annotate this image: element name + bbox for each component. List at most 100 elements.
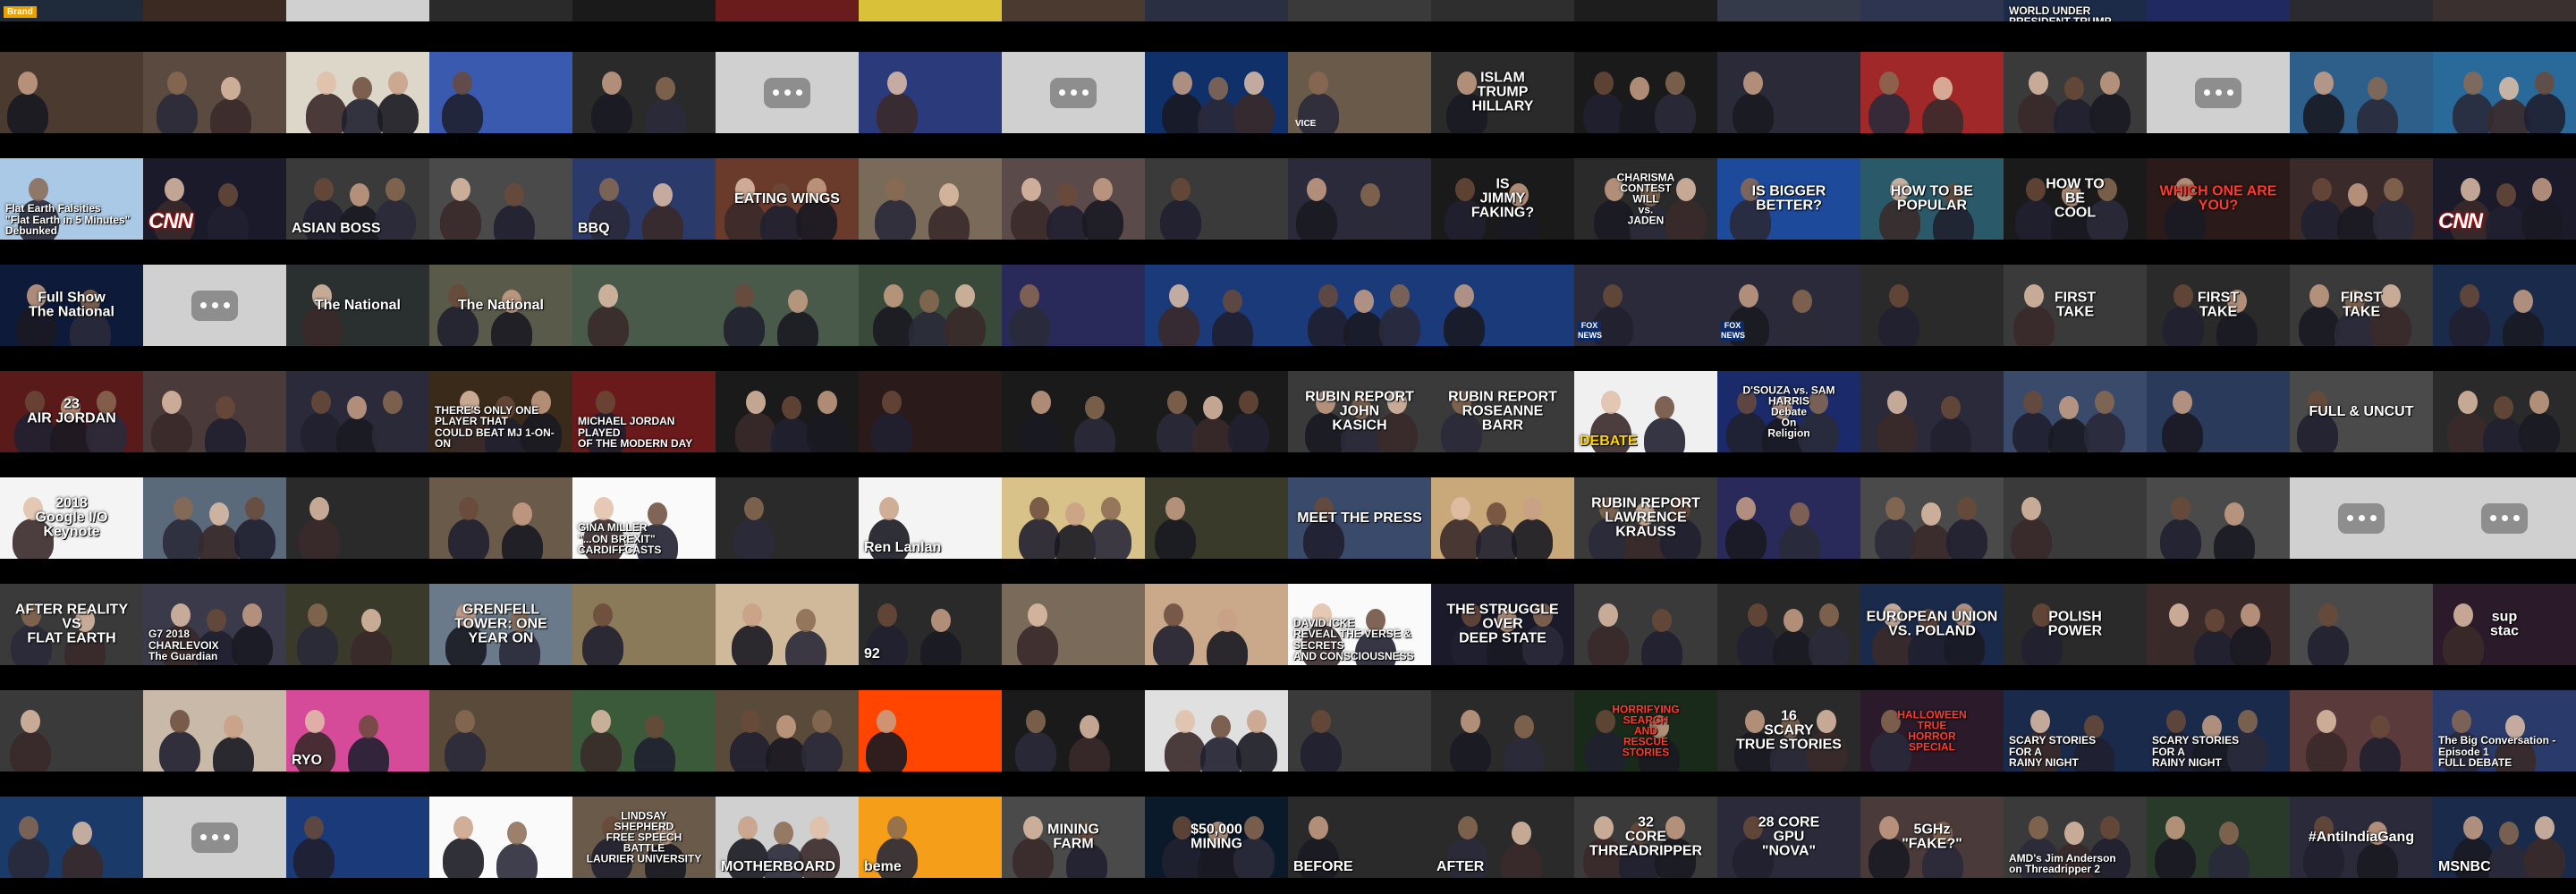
video-thumbnail[interactable] [143, 265, 286, 346]
video-thumbnail[interactable]: THE STRUGGLE OVER DEEP STATE [1431, 584, 1574, 665]
video-thumbnail[interactable] [716, 0, 859, 21]
video-thumbnail[interactable] [716, 371, 859, 452]
video-thumbnail[interactable]: #AntiIndiaGang [2290, 797, 2433, 878]
video-thumbnail[interactable]: FOX NEWS [1717, 265, 1860, 346]
video-thumbnail[interactable] [1860, 52, 2004, 133]
video-thumbnail[interactable]: THERE'S ONLY ONE PLAYER THAT COULD BEAT … [429, 371, 572, 452]
video-thumbnail[interactable] [716, 265, 859, 346]
video-thumbnail[interactable]: MICHAEL JORDAN PLAYED OF THE MODERN DAY [572, 371, 716, 452]
video-thumbnail[interactable] [429, 0, 572, 21]
video-thumbnail[interactable]: Full Show The National [0, 265, 143, 346]
video-thumbnail[interactable] [2433, 265, 2576, 346]
video-thumbnail[interactable]: FIRST TAKE [2147, 265, 2290, 346]
video-thumbnail[interactable] [1002, 52, 1145, 133]
video-thumbnail[interactable]: GRENFELL TOWER: ONE YEAR ON [429, 584, 572, 665]
video-thumbnail[interactable]: D'SOUZA vs. SAM HARRIS Debate On Religio… [1717, 371, 1860, 452]
video-thumbnail[interactable] [572, 265, 716, 346]
video-thumbnail[interactable] [1717, 477, 1860, 559]
video-thumbnail[interactable] [2290, 158, 2433, 240]
video-thumbnail[interactable] [0, 690, 143, 772]
video-thumbnail[interactable] [716, 477, 859, 559]
video-thumbnail[interactable] [1431, 0, 1574, 21]
video-thumbnail[interactable]: ASIAN BOSS [286, 158, 429, 240]
video-thumbnail[interactable]: VICE [1288, 52, 1431, 133]
video-thumbnail[interactable] [2290, 584, 2433, 665]
video-thumbnail[interactable] [143, 0, 286, 21]
video-thumbnail[interactable] [1717, 0, 1860, 21]
video-thumbnail[interactable]: 23 AIR JORDAN [0, 371, 143, 452]
video-thumbnail[interactable] [1002, 477, 1145, 559]
video-thumbnail[interactable]: EUROPEAN UNION VS. POLAND [1860, 584, 2004, 665]
video-thumbnail[interactable] [716, 52, 859, 133]
video-thumbnail[interactable]: IS JIMMY FAKING? [1431, 158, 1574, 240]
video-thumbnail[interactable] [1860, 0, 2004, 21]
video-thumbnail[interactable] [286, 52, 429, 133]
video-thumbnail[interactable] [143, 797, 286, 878]
video-thumbnail[interactable] [2433, 0, 2576, 21]
video-thumbnail[interactable] [1145, 0, 1288, 21]
video-thumbnail[interactable] [2290, 690, 2433, 772]
video-thumbnail[interactable]: IS BIGGER BETTER? [1717, 158, 1860, 240]
video-thumbnail[interactable] [1431, 690, 1574, 772]
video-thumbnail[interactable] [1574, 584, 1717, 665]
video-thumbnail[interactable] [2290, 477, 2433, 559]
video-thumbnail[interactable]: Brand [0, 0, 143, 21]
video-thumbnail[interactable]: beme [859, 797, 1002, 878]
video-thumbnail[interactable]: G7 2018 CHARLEVOIX The Guardian [143, 584, 286, 665]
video-thumbnail[interactable] [1145, 52, 1288, 133]
video-thumbnail[interactable] [2004, 371, 2147, 452]
video-thumbnail[interactable] [572, 584, 716, 665]
video-thumbnail[interactable] [859, 371, 1002, 452]
video-thumbnail[interactable]: 28 CORE GPU "NOVA" [1717, 797, 1860, 878]
video-thumbnail[interactable] [1002, 584, 1145, 665]
video-thumbnail[interactable] [1145, 584, 1288, 665]
video-thumbnail[interactable] [1145, 158, 1288, 240]
video-thumbnail[interactable] [1002, 371, 1145, 452]
video-thumbnail[interactable]: DAVID ICKE REVEAL THE VERSE & SECRETS AN… [1288, 584, 1431, 665]
video-thumbnail[interactable]: AFTER [1431, 797, 1574, 878]
video-thumbnail[interactable] [143, 477, 286, 559]
video-thumbnail[interactable]: CNN [2433, 158, 2576, 240]
video-thumbnail[interactable] [2433, 52, 2576, 133]
video-thumbnail[interactable]: Flat Earth Falsities "Flat Earth in 5 Mi… [0, 158, 143, 240]
video-thumbnail[interactable] [429, 797, 572, 878]
video-thumbnail[interactable] [716, 584, 859, 665]
video-thumbnail[interactable]: The Big Conversation - Episode 1 FULL DE… [2433, 690, 2576, 772]
video-thumbnail[interactable]: RUBIN REPORT ROSEANNE BARR [1431, 371, 1574, 452]
video-thumbnail[interactable]: LINDSAY SHEPHERD FREE SPEECH BATTLE LAUR… [572, 797, 716, 878]
video-thumbnail[interactable] [2004, 52, 2147, 133]
video-thumbnail[interactable] [859, 690, 1002, 772]
video-thumbnail[interactable] [2433, 371, 2576, 452]
video-thumbnail[interactable] [1574, 52, 1717, 133]
video-thumbnail[interactable] [859, 0, 1002, 21]
video-thumbnail[interactable]: 92 [859, 584, 1002, 665]
video-thumbnail[interactable] [1860, 371, 2004, 452]
video-thumbnail[interactable] [1431, 477, 1574, 559]
video-thumbnail[interactable] [2147, 371, 2290, 452]
video-thumbnail[interactable] [286, 0, 429, 21]
video-thumbnail[interactable] [572, 690, 716, 772]
video-thumbnail[interactable] [1002, 158, 1145, 240]
video-thumbnail[interactable]: FULL & UNCUT [2290, 371, 2433, 452]
video-thumbnail[interactable] [1002, 265, 1145, 346]
video-thumbnail[interactable] [0, 52, 143, 133]
video-thumbnail[interactable] [859, 52, 1002, 133]
video-thumbnail[interactable]: FOX NEWS [1574, 265, 1717, 346]
video-thumbnail[interactable]: 32 CORE THREADRIPPER [1574, 797, 1717, 878]
video-thumbnail[interactable]: The National [286, 265, 429, 346]
video-thumbnail[interactable]: MINING FARM [1002, 797, 1145, 878]
video-thumbnail[interactable] [1574, 0, 1717, 21]
video-thumbnail[interactable] [1717, 584, 1860, 665]
video-thumbnail[interactable] [0, 797, 143, 878]
video-thumbnail[interactable] [1431, 265, 1574, 346]
video-thumbnail[interactable]: ISLAM TRUMP HILLARY [1431, 52, 1574, 133]
video-thumbnail[interactable]: CHARISMA CONTEST WILL vs. JADEN [1574, 158, 1717, 240]
video-thumbnail[interactable]: EATING WINGS [716, 158, 859, 240]
video-thumbnail[interactable]: WHICH ONE ARE YOU? [2147, 158, 2290, 240]
video-thumbnail[interactable]: 5GHz "FAKE?" [1860, 797, 2004, 878]
video-thumbnail[interactable] [429, 158, 572, 240]
video-thumbnail[interactable]: MOTHERBOARD [716, 797, 859, 878]
video-thumbnail[interactable]: HOW TO BE POPULAR [1860, 158, 2004, 240]
video-thumbnail[interactable] [429, 52, 572, 133]
video-thumbnail[interactable]: AMD's Jim Anderson on Threadripper 2 [2004, 797, 2147, 878]
